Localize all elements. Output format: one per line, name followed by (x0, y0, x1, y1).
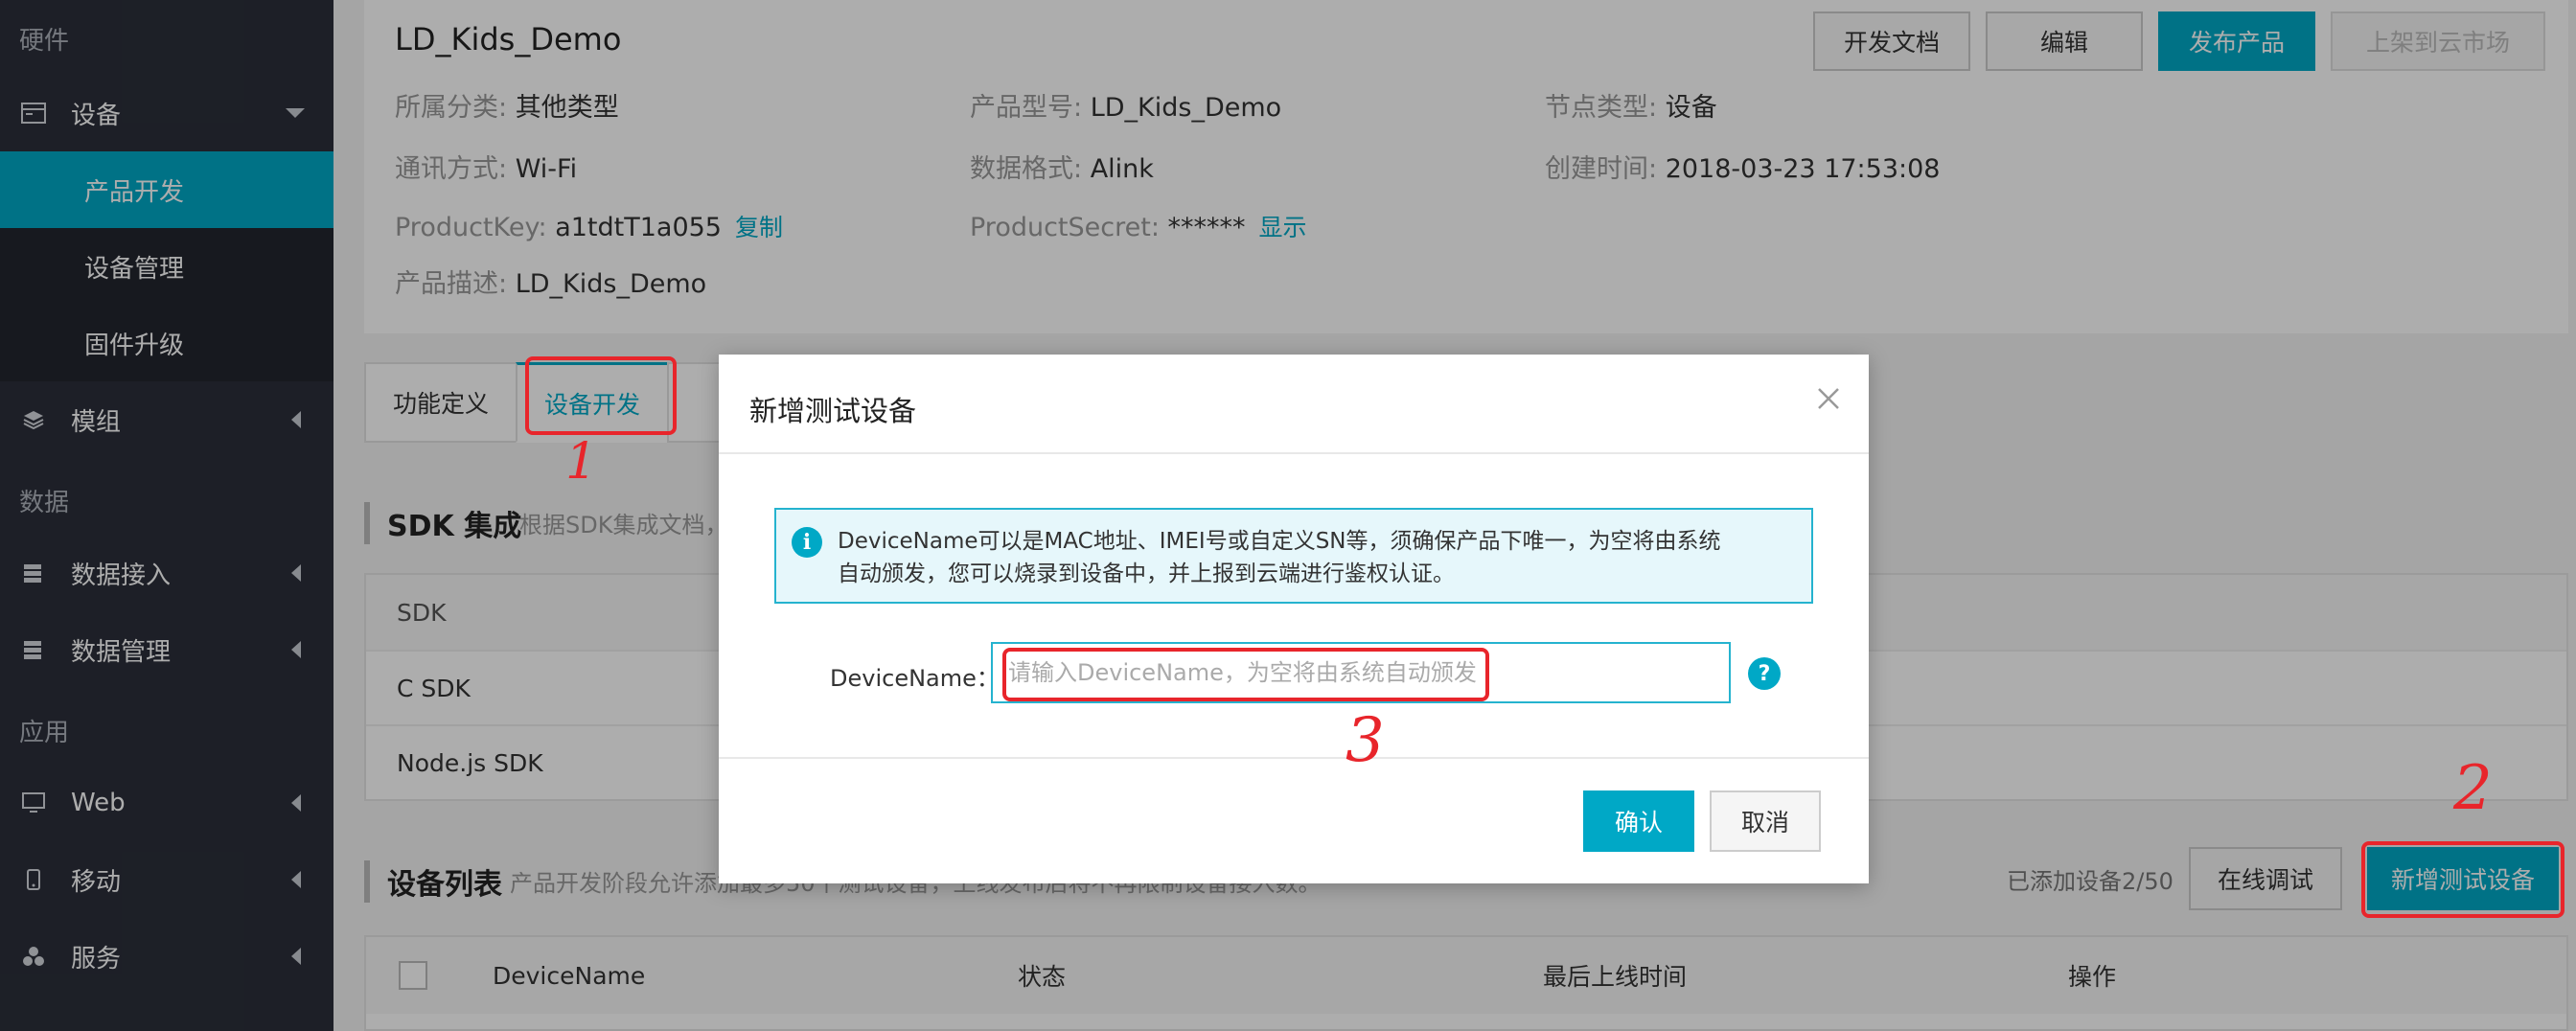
info-notice: i DeviceName可以是MAC地址、IMEI号或自定义SN等，须确保产品下… (774, 508, 1813, 604)
add-test-device-dialog: 新增测试设备 i DeviceName可以是MAC地址、IMEI号或自定义SN等… (719, 355, 1869, 883)
cancel-button[interactable]: 取消 (1710, 790, 1821, 852)
dialog-title: 新增测试设备 (749, 395, 917, 427)
annotation-box-input (1002, 648, 1489, 701)
notice-text: DeviceName可以是MAC地址、IMEI号或自定义SN等，须确保产品下唯一… (838, 529, 1721, 586)
annotation-step-2: 2 (2453, 753, 2493, 824)
info-icon: i (792, 527, 822, 558)
divider (719, 452, 1869, 454)
annotation-step-1: 1 (565, 433, 598, 491)
close-icon[interactable] (1811, 381, 1846, 416)
device-name-label: DeviceName： (830, 665, 1000, 692)
confirm-button[interactable]: 确认 (1583, 790, 1694, 852)
annotation-step-3: 3 (1346, 705, 1385, 776)
annotation-box-tab (525, 356, 677, 435)
help-icon[interactable]: ? (1748, 657, 1781, 690)
annotation-box-add-button (2361, 841, 2564, 918)
divider (719, 757, 1869, 759)
